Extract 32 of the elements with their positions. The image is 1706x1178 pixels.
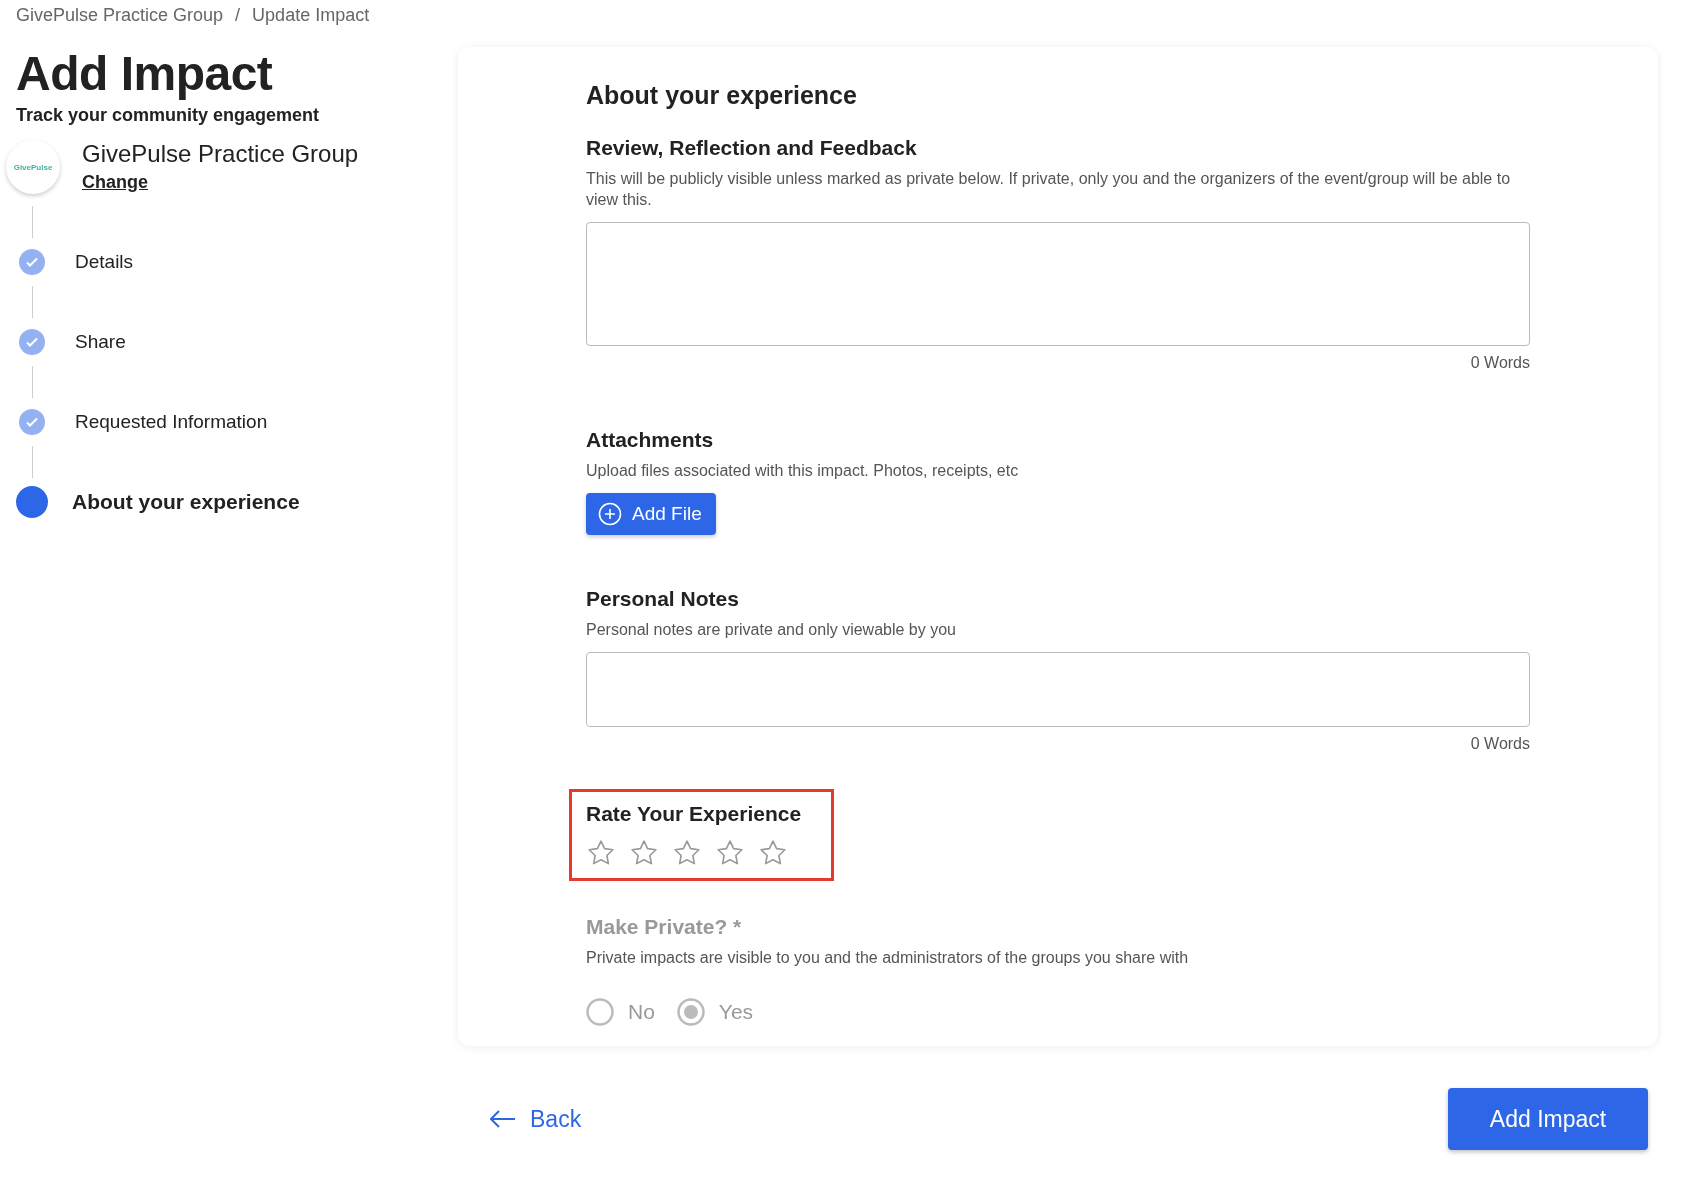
field-label: Attachments: [586, 428, 715, 452]
breadcrumb-separator: /: [235, 5, 241, 26]
step-label[interactable]: About your experience: [72, 490, 300, 514]
page-title: Add Impact: [16, 46, 274, 101]
field-help: Upload files associated with this impact. Photos, receipts, etc: [586, 461, 1020, 481]
section-heading: About your experience: [586, 81, 858, 110]
field-help: This will be publicly visible unless marked as private below. If private, only you and the organizers of the event/group will be able to view this.: [586, 169, 1512, 210]
back-link[interactable]: Back: [490, 1105, 582, 1133]
step-label[interactable]: Share: [75, 331, 126, 353]
word-count: 0 Words: [1469, 354, 1530, 372]
plus-circle-icon: [598, 502, 622, 526]
field-label: Rate Your Experience: [586, 802, 802, 826]
add-impact-button[interactable]: Add Impact: [1448, 1088, 1648, 1150]
field-help: Private impacts are visible to you and the administrators of the groups you share with: [586, 948, 1190, 968]
add-file-button[interactable]: Add File: [586, 493, 716, 535]
step-label[interactable]: Details: [75, 251, 134, 273]
group-name: GivePulse Practice Group: [82, 140, 359, 168]
logo-text: GivePulse: [13, 162, 53, 172]
breadcrumb-link[interactable]: Update Impact: [252, 5, 370, 26]
field-label: Make Private? *: [586, 915, 743, 939]
arrow-left-icon: [490, 1110, 516, 1128]
change-link[interactable]: Change: [82, 172, 148, 193]
notes-field[interactable]: [586, 652, 1530, 727]
breadcrumb-link[interactable]: GivePulse Practice Group: [16, 5, 224, 26]
field-label: Personal Notes: [586, 587, 740, 611]
field-help: Personal notes are private and only viewable by you: [586, 620, 957, 640]
step-label[interactable]: Requested Information: [75, 411, 268, 433]
page-subtitle: Track your community engagement: [16, 105, 321, 126]
word-count: 0 Words: [1469, 735, 1530, 753]
field-label: Review, Reflection and Feedback: [586, 136, 918, 160]
back-label[interactable]: Back: [530, 1105, 582, 1133]
review-field[interactable]: [586, 222, 1530, 346]
